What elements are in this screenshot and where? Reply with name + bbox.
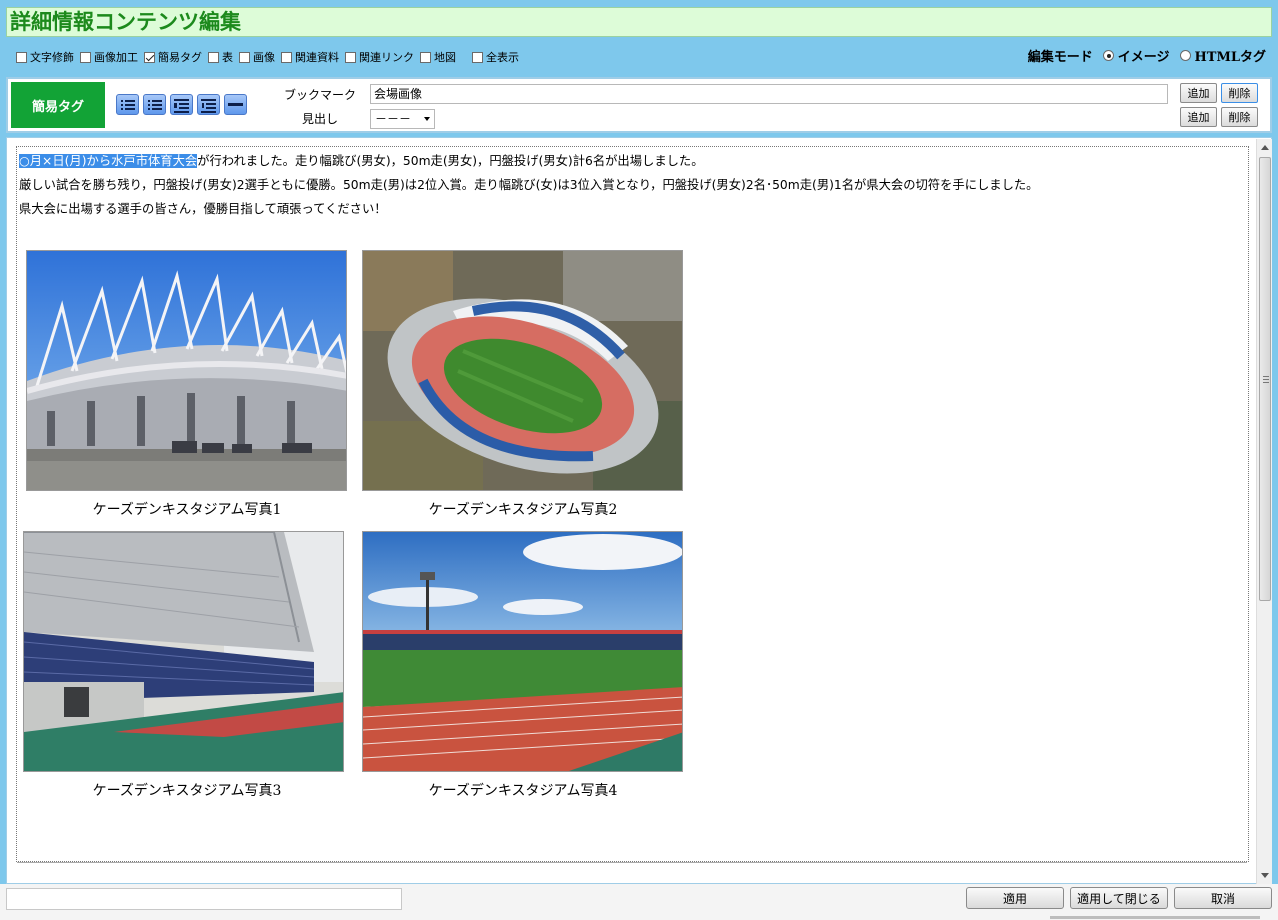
footer-bar: 適用 適用して閉じる 取消 xyxy=(0,884,1278,920)
option-image-processing[interactable]: 画像加工 xyxy=(80,49,138,65)
option-show-all[interactable]: 全表示 xyxy=(472,49,519,65)
content-editor[interactable]: ○月×日(月)から水戸市体育大会が行われました。走り幅跳び(男女)，50m走(男… xyxy=(16,146,1249,863)
bookmark-label: ブックマーク xyxy=(284,88,357,102)
mode-html-radio[interactable]: HTMLタグ xyxy=(1179,46,1266,65)
simple-tag-label: 簡易タグ xyxy=(11,82,105,128)
editor-frame: ○月×日(月)から水戸市体育大会が行われました。走り幅跳び(男女)，50m走(男… xyxy=(6,137,1272,884)
stadium-photo-1 xyxy=(26,250,347,491)
option-related-docs[interactable]: 関連資料 xyxy=(281,49,339,65)
mode-image-radio[interactable]: イメージ xyxy=(1102,46,1170,65)
edit-mode: 編集モード イメージ HTMLタグ xyxy=(1028,46,1266,65)
paragraph-3: 県大会に出場する選手の皆さん，優勝目指して頑張ってください！ xyxy=(19,202,387,216)
resize-handle[interactable] xyxy=(1050,916,1260,919)
format-buttons xyxy=(116,94,251,115)
simple-tag-toolbar: 簡易タグ ブックマーク 会場画像 追加 削除 見出し －－－ 追加 削除 xyxy=(6,77,1272,133)
option-image[interactable]: 画像 xyxy=(239,49,275,65)
radio-selected[interactable] xyxy=(1102,50,1114,61)
stadium-photo-4 xyxy=(362,531,683,772)
checkbox[interactable] xyxy=(239,51,250,63)
apply-button[interactable]: 適用 xyxy=(966,887,1064,909)
bookmark-delete-button[interactable]: 削除 xyxy=(1221,83,1258,103)
heading-delete-button[interactable]: 削除 xyxy=(1221,107,1258,127)
outdent-icon[interactable] xyxy=(197,94,220,115)
paragraph-1-rest: が行われました。走り幅跳び(男女)，50m走(男女)，円盤投げ(男女)計6名が出… xyxy=(197,154,704,168)
scrollbar-thumb[interactable] xyxy=(1259,157,1271,601)
unordered-list-icon[interactable] xyxy=(143,94,166,115)
photo-caption-4: ケーズデンキスタジアム写真4 xyxy=(428,783,618,799)
heading-select-value: －－－ xyxy=(375,112,412,126)
stadium-photo-2 xyxy=(362,250,683,491)
stadium-photo-3 xyxy=(23,531,344,772)
heading-label: 見出し xyxy=(302,112,339,126)
title-bar: 詳細情報コンテンツ編集 xyxy=(6,7,1272,37)
photo-caption-2: ケーズデンキスタジアム写真2 xyxy=(428,502,618,518)
checkbox[interactable] xyxy=(345,51,356,63)
display-options: 文字修飾 画像加工 簡易タグ 表 画像 関連資料 関連リンク 地図 全表示 xyxy=(16,48,525,66)
cancel-button[interactable]: 取消 xyxy=(1174,887,1272,909)
bookmark-add-button[interactable]: 追加 xyxy=(1180,83,1217,103)
vertical-scrollbar[interactable] xyxy=(1256,139,1272,884)
option-table[interactable]: 表 xyxy=(208,49,233,65)
checkbox[interactable] xyxy=(80,51,91,63)
checkbox[interactable] xyxy=(420,51,431,63)
checkbox[interactable] xyxy=(472,51,483,63)
edit-mode-label: 編集モード xyxy=(1027,50,1093,65)
checkbox-checked[interactable] xyxy=(144,51,155,63)
option-map[interactable]: 地図 xyxy=(420,49,456,65)
checkbox[interactable] xyxy=(281,51,292,63)
photo-caption-3: ケーズデンキスタジアム写真3 xyxy=(92,783,282,799)
option-simple-tag[interactable]: 簡易タグ xyxy=(144,49,202,65)
content-divider xyxy=(17,862,1247,863)
checkbox[interactable] xyxy=(16,51,27,63)
scroll-down-icon[interactable] xyxy=(1261,873,1269,878)
scroll-up-icon[interactable] xyxy=(1261,145,1269,150)
apply-close-button[interactable]: 適用して閉じる xyxy=(1070,887,1168,909)
status-field[interactable] xyxy=(6,888,402,910)
indent-icon[interactable] xyxy=(170,94,193,115)
paragraph-1: ○月×日(月)から水戸市体育大会が行われました。走り幅跳び(男女)，50m走(男… xyxy=(19,153,704,169)
paragraph-2: 厳しい試合を勝ち残り，円盤投げ(男女)2選手ともに優勝。50m走(男)は2位入賞… xyxy=(19,178,1039,192)
option-text-decoration[interactable]: 文字修飾 xyxy=(16,49,74,65)
heading-select[interactable]: －－－ xyxy=(370,109,435,129)
horizontal-rule-icon[interactable] xyxy=(224,94,247,115)
selected-text: ○月×日(月)から水戸市体育大会 xyxy=(19,154,198,168)
bookmark-input[interactable]: 会場画像 xyxy=(370,84,1168,104)
radio[interactable] xyxy=(1179,50,1191,61)
chevron-down-icon xyxy=(424,117,430,121)
checkbox[interactable] xyxy=(208,51,219,63)
page-title: 詳細情報コンテンツ編集 xyxy=(10,10,241,34)
heading-add-button[interactable]: 追加 xyxy=(1180,107,1217,127)
option-related-links[interactable]: 関連リンク xyxy=(345,49,414,65)
photo-caption-1: ケーズデンキスタジアム写真1 xyxy=(92,502,282,518)
ordered-list-icon[interactable] xyxy=(116,94,139,115)
